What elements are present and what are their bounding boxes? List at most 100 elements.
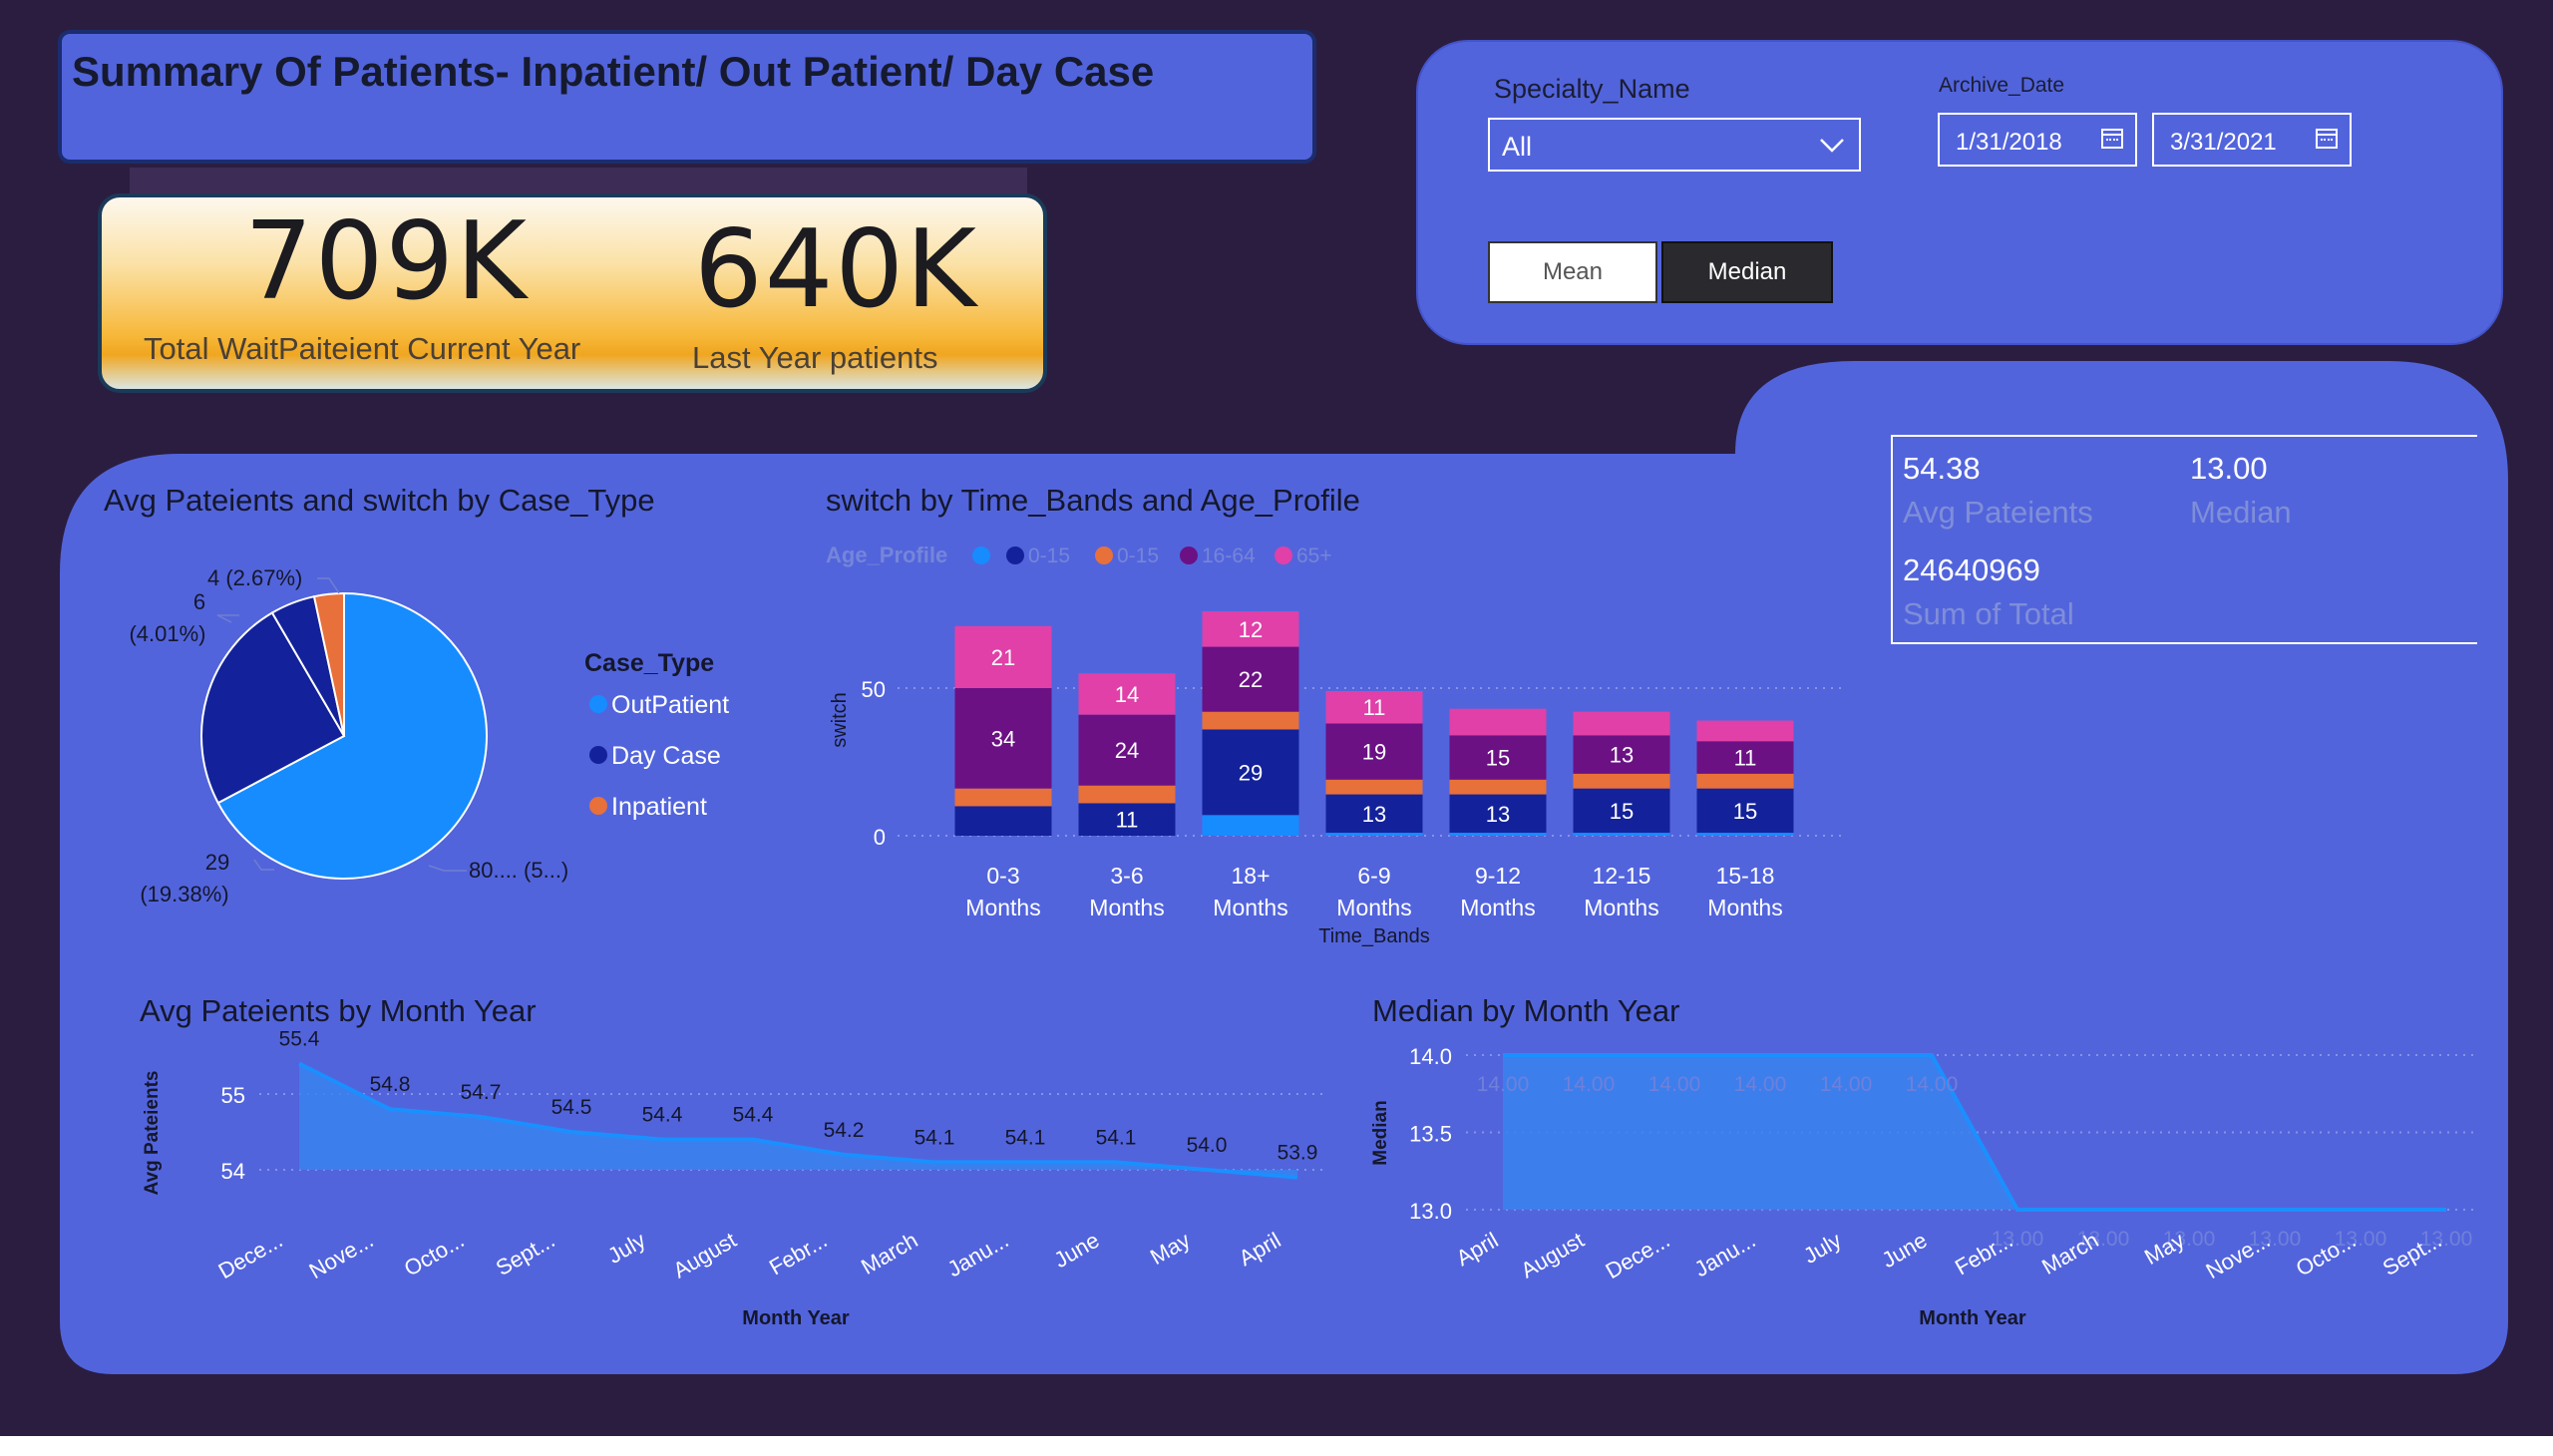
kpi-current-year-value: 709K [244, 199, 529, 324]
median-button[interactable]: Median [1661, 241, 1833, 303]
bar-data-label: 15 [1733, 799, 1757, 824]
bar-x-tick-label: 3-6 [1110, 863, 1143, 889]
bar-segment [1202, 711, 1299, 730]
bar-x-tick-label: Months [1213, 895, 1287, 920]
median-label: Median [2190, 495, 2292, 530]
bar-segment [1696, 720, 1794, 742]
bar-segment [1696, 773, 1794, 789]
specialty-dropdown[interactable]: All [1488, 118, 1861, 172]
pie-chart-title: Avg Pateients and switch by Case_Type [104, 483, 655, 518]
pie-legend-label: Day Case [611, 742, 721, 770]
specialty-dropdown-value: All [1502, 132, 1533, 162]
chevron-down-icon [1820, 139, 1844, 153]
bar-segment [1573, 833, 1670, 836]
bar-legend-marker [1095, 546, 1113, 564]
bar-data-label: 19 [1362, 740, 1386, 765]
line-data-label: 54.2 [824, 1119, 865, 1142]
bar-segment [1325, 833, 1423, 836]
sum-total-label: Sum of Total [1903, 596, 2074, 631]
bar-chart-title: switch by Time_Bands and Age_Profile [826, 483, 1360, 518]
line-data-label: 54.0 [1187, 1134, 1228, 1157]
bar-y-tick-label: 50 [862, 677, 886, 702]
bar-legend-label: 16-64 [1202, 545, 1256, 567]
line-x-axis-title: Month Year [742, 1307, 850, 1329]
date-from-value: 1/31/2018 [1956, 129, 2062, 156]
bar-legend-label: 0-15 [1117, 545, 1159, 567]
bar-data-label: 15 [1486, 746, 1510, 771]
line-data-label: 54.5 [551, 1096, 592, 1119]
pie-label: 80.... (5...) [469, 858, 568, 883]
pie-legend-label: Inpatient [611, 793, 707, 821]
line-data-label: 54.8 [370, 1073, 411, 1096]
specialty-label: Specialty_Name [1494, 74, 1690, 104]
archive-date-label: Archive_Date [1939, 74, 2065, 97]
date-from-input[interactable]: 1/31/2018 [1938, 113, 2137, 167]
bar-x-tick-label: 0-3 [986, 863, 1019, 889]
median-value: 13.00 [2190, 451, 2268, 486]
pie-legend-marker [589, 746, 607, 764]
pie-label: 6 [193, 589, 205, 614]
calendar-icon[interactable] [2316, 129, 2338, 149]
bar-x-tick-label: Months [1460, 895, 1535, 920]
line-y-tick-label: 14.0 [1409, 1044, 1452, 1069]
line-data-label: 54.1 [1096, 1126, 1137, 1149]
avg-patients-label: Avg Pateients [1903, 495, 2093, 530]
bar-segment [1449, 833, 1547, 836]
bar-data-label: 11 [1734, 746, 1757, 771]
bar-data-label: 13 [1486, 802, 1510, 827]
page-title: Summary Of Patients- Inpatient/ Out Pati… [72, 48, 1155, 95]
bar-x-axis-title: Time_Bands [1318, 925, 1430, 947]
bar-data-label: 13 [1362, 802, 1386, 827]
calendar-icon[interactable] [2101, 129, 2123, 149]
bar-x-tick-label: Months [1336, 895, 1411, 920]
line-y-tick-label: 13.0 [1409, 1199, 1452, 1224]
line-data-label: 54.1 [1005, 1126, 1046, 1149]
pie-label: (19.38%) [140, 882, 228, 907]
pie-label: 29 [205, 850, 229, 875]
bar-y-axis-title: switch [829, 692, 851, 748]
date-to-input[interactable]: 3/31/2021 [2152, 113, 2352, 167]
line-data-label: 14.00 [1734, 1073, 1787, 1096]
bar-legend-marker [1275, 546, 1292, 564]
bar-x-tick-label: Months [1584, 895, 1658, 920]
bar-segment [1449, 708, 1547, 736]
bar-segment [1078, 785, 1176, 804]
bar-legend-marker [972, 546, 990, 564]
line-data-label: 54.4 [733, 1104, 774, 1127]
pie-legend-label: OutPatient [611, 691, 729, 719]
bar-segment [1325, 779, 1423, 795]
line-y-axis-title: Avg Pateients [142, 1071, 163, 1196]
line-data-label: 14.00 [1563, 1073, 1616, 1096]
line-x-axis-title: Month Year [1919, 1307, 2026, 1329]
bar-x-tick-label: 6-9 [1357, 863, 1390, 889]
bar-segment [1696, 833, 1794, 836]
line-data-label: 55.4 [279, 1028, 320, 1051]
bar-data-label: 12 [1239, 617, 1263, 642]
bar-x-tick-label: 15-18 [1716, 863, 1775, 889]
bar-x-tick-label: 9-12 [1475, 863, 1521, 889]
line-data-label: 54.4 [642, 1104, 683, 1127]
sum-total-value: 24640969 [1903, 552, 2040, 587]
line-y-tick-label: 13.5 [1409, 1122, 1452, 1147]
bar-x-tick-label: Months [1089, 895, 1164, 920]
bar-y-tick-label: 0 [874, 825, 886, 850]
bar-segment [1573, 773, 1670, 789]
pie-label: 4 (2.67%) [207, 565, 302, 590]
bar-segment [954, 788, 1052, 807]
bar-data-label: 29 [1239, 760, 1263, 785]
bar-data-label: 11 [1363, 695, 1386, 720]
median-line-chart-title: Median by Month Year [1372, 993, 1680, 1028]
bar-data-label: 22 [1239, 667, 1263, 692]
kpi-last-year-label: Last Year patients [692, 340, 938, 375]
line-data-label: 14.00 [1477, 1073, 1530, 1096]
pie-label: (4.01%) [129, 621, 205, 646]
mean-button[interactable]: Mean [1488, 241, 1657, 303]
pie-legend-marker [589, 797, 607, 815]
line-data-label: 54.7 [461, 1081, 502, 1104]
line-data-label: 14.00 [1906, 1073, 1959, 1096]
bar-x-tick-label: Months [965, 895, 1040, 920]
bar-data-label: 14 [1115, 682, 1139, 707]
line-data-label: 14.00 [1648, 1073, 1701, 1096]
bar-data-label: 21 [991, 645, 1015, 670]
avg-line-chart-title: Avg Pateients by Month Year [140, 993, 537, 1028]
